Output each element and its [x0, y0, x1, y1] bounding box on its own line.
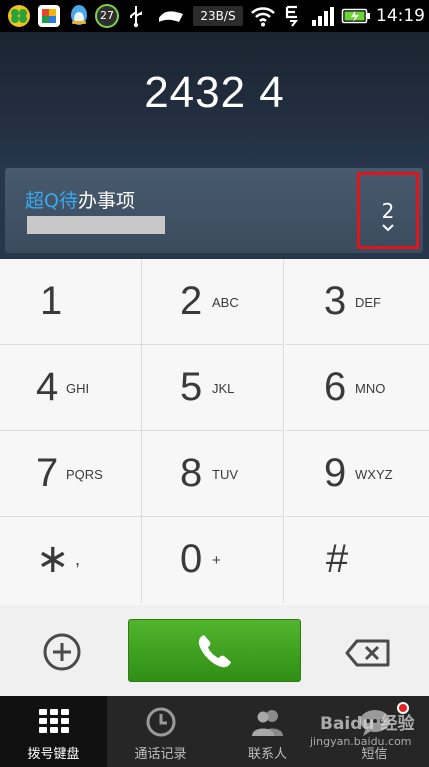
suggestion-name: 超Q待办事项 — [25, 186, 135, 213]
key-letters: , — [75, 549, 81, 569]
watermark-line2: jingyan.baidu.com — [310, 735, 412, 748]
key-digit: 4 — [36, 365, 59, 409]
key-6[interactable]: 6 MNO — [286, 345, 429, 431]
tab-call-log[interactable]: 通话记录 — [107, 696, 214, 767]
more-matches-button[interactable]: 2 — [357, 172, 419, 249]
add-contact-icon[interactable] — [40, 630, 84, 674]
backspace-icon[interactable] — [345, 638, 391, 668]
link-icon — [159, 11, 183, 22]
key-digit: ∗ — [36, 537, 70, 581]
key-digit: 1 — [40, 279, 63, 323]
key-letters: WXYZ — [355, 467, 393, 482]
key-1[interactable]: 1 — [0, 259, 142, 345]
dialer-actions — [0, 605, 429, 696]
key-3[interactable]: 3 DEF — [286, 259, 429, 345]
clock-icon — [146, 707, 176, 737]
net-speed: 23B/S — [193, 6, 243, 26]
redacted-number-bar — [27, 216, 165, 234]
signal-strength-icon — [312, 7, 334, 26]
key-5[interactable]: 5 JKL — [142, 345, 284, 431]
call-button[interactable] — [128, 619, 301, 682]
key-letters: TUV — [212, 467, 238, 482]
key-digit: 3 — [324, 279, 347, 323]
key-2[interactable]: 2 ABC — [142, 259, 284, 345]
key-letters: GHI — [66, 381, 90, 396]
key-digit: 0 — [180, 537, 203, 581]
usb-icon — [130, 6, 142, 28]
tab-label: 通话记录 — [134, 747, 187, 762]
suggestion-name-rest: 办事项 — [77, 190, 135, 212]
suggestion-name-match: 超Q待 — [25, 190, 78, 212]
key-9[interactable]: 9 WXYZ — [286, 431, 429, 517]
keypad-icon — [39, 709, 69, 733]
key-4[interactable]: 4 GHI — [0, 345, 142, 431]
phone-icon — [198, 635, 231, 668]
key-letters: ABC — [212, 295, 239, 310]
key-letters: + — [212, 552, 221, 569]
battery-badge: 27 — [95, 4, 119, 28]
battery-charging-icon — [341, 8, 370, 24]
status-bar: 27 23B/S 14:19 — [0, 0, 429, 32]
dial-keypad: 1 2 ABC 3 DEF 4 GHI 5 JKL 6 MNO 7 PQRS 8 TUV 9W… — [0, 259, 429, 605]
watermark-line1: Baidu 经验 — [320, 714, 415, 734]
key-digit: 5 — [180, 365, 203, 409]
key-letters: DEF — [355, 295, 381, 310]
dialed-number: 2432 4 — [144, 68, 285, 117]
key-letters: PQRS — [66, 467, 103, 482]
tab-keypad[interactable]: 拨号键盘 — [0, 696, 107, 767]
signal-e-icon — [285, 5, 299, 27]
key-0[interactable]: 0 + — [142, 517, 284, 603]
key-digit: 2 — [180, 279, 203, 323]
chevron-down-icon — [382, 224, 394, 232]
key-digit: 9 — [324, 451, 347, 495]
dialed-number-display: 2432 4 — [0, 32, 429, 166]
key-hash[interactable]: # — [286, 517, 429, 603]
tab-label: 拨号键盘 — [27, 747, 80, 762]
qq-penguin-icon — [71, 5, 87, 25]
app-clover-icon — [8, 5, 30, 27]
key-digit: 8 — [180, 451, 203, 495]
key-digit: # — [326, 537, 349, 581]
key-digit: 6 — [324, 365, 347, 409]
key-letters: MNO — [355, 381, 386, 396]
contacts-icon — [252, 710, 283, 736]
key-7[interactable]: 7 PQRS — [0, 431, 142, 517]
key-star[interactable]: ∗, — [0, 517, 142, 603]
match-count: 2 — [381, 199, 395, 223]
clock-time: 14:19 — [376, 6, 425, 26]
app-store-icon — [38, 5, 60, 27]
contact-suggestion[interactable]: 超Q待办事项 2 — [5, 168, 423, 253]
baidu-watermark: Baidu 经验 jingyan.baidu.com — [300, 701, 420, 761]
key-8[interactable]: 8 TUV — [142, 431, 284, 517]
key-digit: 7 — [36, 451, 59, 495]
key-letters: JKL — [212, 381, 235, 396]
wifi-icon — [251, 7, 275, 27]
contact-suggestion-area: 超Q待办事项 2 — [0, 166, 429, 259]
